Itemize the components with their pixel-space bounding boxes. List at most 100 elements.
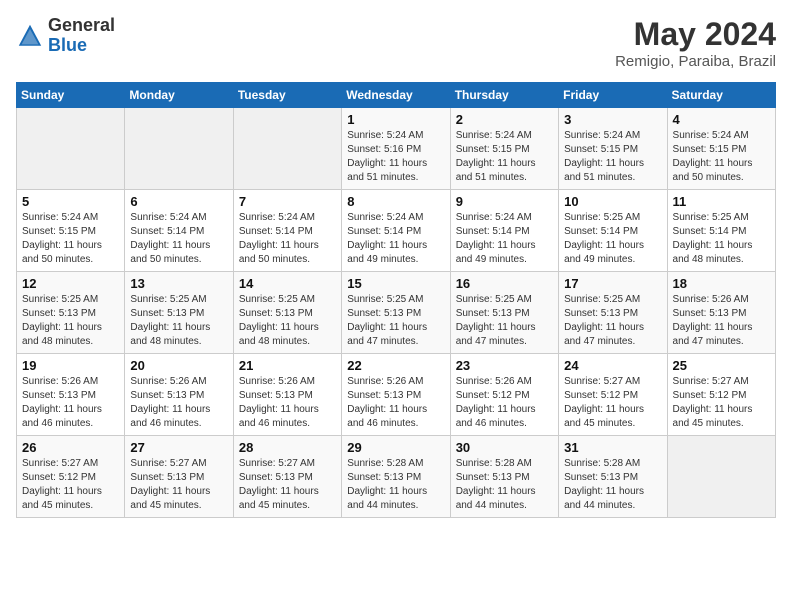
- day-info: Sunrise: 5:27 AMSunset: 5:13 PMDaylight:…: [130, 457, 227, 513]
- day-info: Sunrise: 5:26 AMSunset: 5:13 PMDaylight:…: [673, 293, 770, 349]
- day-number: 25: [673, 358, 770, 373]
- week-row: 1 Sunrise: 5:24 AMSunset: 5:16 PMDaylight…: [17, 108, 776, 190]
- calendar-cell: 9 Sunrise: 5:24 AMSunset: 5:14 PMDaylight…: [450, 190, 558, 272]
- day-info: Sunrise: 5:26 AMSunset: 5:13 PMDaylight:…: [239, 375, 336, 431]
- day-info: Sunrise: 5:25 AMSunset: 5:13 PMDaylight:…: [347, 293, 444, 349]
- calendar-cell: 22 Sunrise: 5:26 AMSunset: 5:13 PMDayligh…: [342, 354, 450, 436]
- month-title: May 2024: [615, 16, 776, 53]
- day-info: Sunrise: 5:24 AMSunset: 5:15 PMDaylight:…: [22, 211, 119, 267]
- calendar-cell: 15 Sunrise: 5:25 AMSunset: 5:13 PMDayligh…: [342, 272, 450, 354]
- day-of-week-header: Sunday: [17, 83, 125, 108]
- calendar-cell: 20Sunrise: 5:26 AMSunset: 5:13 PMDayligh…: [125, 354, 233, 436]
- day-number: 21: [239, 358, 336, 373]
- day-number: 16: [456, 276, 553, 291]
- calendar-cell: 16Sunrise: 5:25 AMSunset: 5:13 PMDayligh…: [450, 272, 558, 354]
- day-number: 1: [347, 112, 444, 127]
- calendar-cell: 5 Sunrise: 5:24 AMSunset: 5:15 PMDaylight…: [17, 190, 125, 272]
- day-number: 27: [130, 440, 227, 455]
- day-info: Sunrise: 5:24 AMSunset: 5:14 PMDaylight:…: [456, 211, 553, 267]
- day-info: Sunrise: 5:24 AMSunset: 5:15 PMDaylight:…: [673, 129, 770, 185]
- calendar-cell: 1 Sunrise: 5:24 AMSunset: 5:16 PMDaylight…: [342, 108, 450, 190]
- day-number: 26: [22, 440, 119, 455]
- calendar-cell: 21 Sunrise: 5:26 AMSunset: 5:13 PMDayligh…: [233, 354, 341, 436]
- day-number: 12: [22, 276, 119, 291]
- day-number: 6: [130, 194, 227, 209]
- header-row: SundayMondayTuesdayWednesdayThursdayFrid…: [17, 83, 776, 108]
- day-info: Sunrise: 5:24 AMSunset: 5:14 PMDaylight:…: [347, 211, 444, 267]
- calendar-cell: 17Sunrise: 5:25 AMSunset: 5:13 PMDayligh…: [559, 272, 667, 354]
- logo: General Blue: [16, 16, 115, 56]
- calendar-cell: 6 Sunrise: 5:24 AMSunset: 5:14 PMDaylight…: [125, 190, 233, 272]
- logo-icon: [16, 22, 44, 50]
- calendar-cell: 14 Sunrise: 5:25 AMSunset: 5:13 PMDayligh…: [233, 272, 341, 354]
- day-number: 3: [564, 112, 661, 127]
- day-of-week-header: Tuesday: [233, 83, 341, 108]
- day-number: 4: [673, 112, 770, 127]
- day-number: 29: [347, 440, 444, 455]
- day-number: 10: [564, 194, 661, 209]
- day-number: 22: [347, 358, 444, 373]
- day-info: Sunrise: 5:25 AMSunset: 5:13 PMDaylight:…: [239, 293, 336, 349]
- day-info: Sunrise: 5:27 AMSunset: 5:12 PMDaylight:…: [564, 375, 661, 431]
- day-number: 9: [456, 194, 553, 209]
- day-number: 8: [347, 194, 444, 209]
- title-area: May 2024 Remigio, Paraiba, Brazil: [615, 16, 776, 70]
- day-info: Sunrise: 5:28 AMSunset: 5:13 PMDaylight:…: [347, 457, 444, 513]
- calendar-cell: 2 Sunrise: 5:24 AMSunset: 5:15 PMDaylight…: [450, 108, 558, 190]
- calendar-cell: 26Sunrise: 5:27 AMSunset: 5:12 PMDayligh…: [17, 436, 125, 518]
- calendar-cell: 19Sunrise: 5:26 AMSunset: 5:13 PMDayligh…: [17, 354, 125, 436]
- day-number: 24: [564, 358, 661, 373]
- day-info: Sunrise: 5:25 AMSunset: 5:14 PMDaylight:…: [673, 211, 770, 267]
- day-info: Sunrise: 5:24 AMSunset: 5:14 PMDaylight:…: [239, 211, 336, 267]
- calendar-cell: 30Sunrise: 5:28 AMSunset: 5:13 PMDayligh…: [450, 436, 558, 518]
- calendar-cell: 31 Sunrise: 5:28 AMSunset: 5:13 PMDayligh…: [559, 436, 667, 518]
- day-info: Sunrise: 5:24 AMSunset: 5:14 PMDaylight:…: [130, 211, 227, 267]
- day-of-week-header: Wednesday: [342, 83, 450, 108]
- day-info: Sunrise: 5:25 AMSunset: 5:14 PMDaylight:…: [564, 211, 661, 267]
- day-info: Sunrise: 5:28 AMSunset: 5:13 PMDaylight:…: [564, 457, 661, 513]
- day-of-week-header: Friday: [559, 83, 667, 108]
- day-info: Sunrise: 5:26 AMSunset: 5:13 PMDaylight:…: [130, 375, 227, 431]
- day-number: 17: [564, 276, 661, 291]
- calendar-cell: 4 Sunrise: 5:24 AMSunset: 5:15 PMDaylight…: [667, 108, 775, 190]
- day-info: Sunrise: 5:27 AMSunset: 5:13 PMDaylight:…: [239, 457, 336, 513]
- day-info: Sunrise: 5:26 AMSunset: 5:13 PMDaylight:…: [347, 375, 444, 431]
- day-info: Sunrise: 5:24 AMSunset: 5:15 PMDaylight:…: [456, 129, 553, 185]
- day-of-week-header: Thursday: [450, 83, 558, 108]
- day-info: Sunrise: 5:24 AMSunset: 5:15 PMDaylight:…: [564, 129, 661, 185]
- calendar-cell: 27 Sunrise: 5:27 AMSunset: 5:13 PMDayligh…: [125, 436, 233, 518]
- day-info: Sunrise: 5:28 AMSunset: 5:13 PMDaylight:…: [456, 457, 553, 513]
- week-row: 5 Sunrise: 5:24 AMSunset: 5:15 PMDaylight…: [17, 190, 776, 272]
- calendar-cell: 18 Sunrise: 5:26 AMSunset: 5:13 PMDayligh…: [667, 272, 775, 354]
- day-info: Sunrise: 5:25 AMSunset: 5:13 PMDaylight:…: [130, 293, 227, 349]
- calendar-cell: 28Sunrise: 5:27 AMSunset: 5:13 PMDayligh…: [233, 436, 341, 518]
- calendar-cell: 23Sunrise: 5:26 AMSunset: 5:12 PMDayligh…: [450, 354, 558, 436]
- day-number: 18: [673, 276, 770, 291]
- day-info: Sunrise: 5:26 AMSunset: 5:13 PMDaylight:…: [22, 375, 119, 431]
- day-info: Sunrise: 5:24 AMSunset: 5:16 PMDaylight:…: [347, 129, 444, 185]
- day-number: 2: [456, 112, 553, 127]
- calendar-table: SundayMondayTuesdayWednesdayThursdayFrid…: [16, 82, 776, 518]
- calendar-cell: 8 Sunrise: 5:24 AMSunset: 5:14 PMDaylight…: [342, 190, 450, 272]
- day-info: Sunrise: 5:25 AMSunset: 5:13 PMDaylight:…: [22, 293, 119, 349]
- day-number: 13: [130, 276, 227, 291]
- calendar-cell: 12 Sunrise: 5:25 AMSunset: 5:13 PMDayligh…: [17, 272, 125, 354]
- calendar-cell: [667, 436, 775, 518]
- day-of-week-header: Monday: [125, 83, 233, 108]
- calendar-cell: 29 Sunrise: 5:28 AMSunset: 5:13 PMDayligh…: [342, 436, 450, 518]
- calendar-cell: 13 Sunrise: 5:25 AMSunset: 5:13 PMDayligh…: [125, 272, 233, 354]
- day-info: Sunrise: 5:27 AMSunset: 5:12 PMDaylight:…: [673, 375, 770, 431]
- calendar-cell: [125, 108, 233, 190]
- calendar-cell: 10 Sunrise: 5:25 AMSunset: 5:14 PMDayligh…: [559, 190, 667, 272]
- day-number: 31: [564, 440, 661, 455]
- day-number: 7: [239, 194, 336, 209]
- header: General Blue May 2024 Remigio, Paraiba, …: [16, 16, 776, 70]
- week-row: 12 Sunrise: 5:25 AMSunset: 5:13 PMDayligh…: [17, 272, 776, 354]
- week-row: 26Sunrise: 5:27 AMSunset: 5:12 PMDayligh…: [17, 436, 776, 518]
- logo-text: General Blue: [48, 16, 115, 56]
- day-number: 14: [239, 276, 336, 291]
- day-number: 15: [347, 276, 444, 291]
- calendar-cell: 24 Sunrise: 5:27 AMSunset: 5:12 PMDayligh…: [559, 354, 667, 436]
- day-number: 5: [22, 194, 119, 209]
- day-info: Sunrise: 5:26 AMSunset: 5:12 PMDaylight:…: [456, 375, 553, 431]
